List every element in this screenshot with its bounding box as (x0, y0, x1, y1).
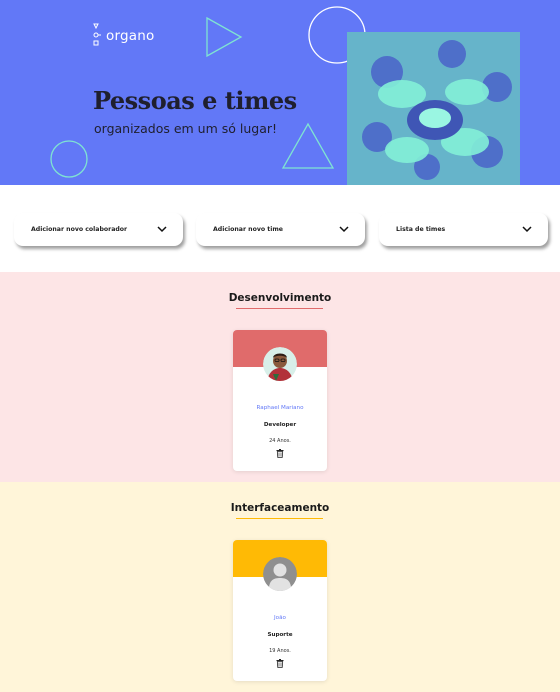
page-title: Pessoas e times (93, 86, 297, 115)
team-title: Desenvolvimento (228, 292, 332, 304)
logo[interactable]: organo (93, 23, 154, 49)
member-card: Raphael Mariano Developer 24 Anos. (233, 330, 327, 471)
add-team-dropdown[interactable]: Adicionar novo time (196, 213, 365, 246)
triangle-outline-icon (281, 122, 335, 169)
team-list-dropdown[interactable]: Lista de times (379, 213, 548, 246)
default-user-icon (263, 557, 297, 591)
trash-icon[interactable] (276, 659, 284, 668)
dropdown-label: Adicionar novo time (213, 226, 283, 233)
page-subtitle: organizados em um só lugar! (94, 121, 278, 136)
team-title: Interfaceamento (230, 502, 330, 514)
triangle-outline-icon (206, 16, 243, 58)
team-section-desenvolvimento: Desenvolvimento Raphael Mariano Develope… (0, 272, 560, 482)
member-avatar (263, 557, 297, 591)
dropdown-label: Lista de times (396, 226, 446, 233)
team-title-underline (236, 308, 323, 309)
chevron-down-icon (339, 226, 349, 233)
banner: organo Pessoas e times organizados em um… (0, 0, 560, 185)
member-name: João (274, 615, 286, 621)
chevron-down-icon (157, 226, 167, 233)
dropdown-label: Adicionar novo colaborador (31, 226, 128, 233)
team-hands-photo (347, 32, 520, 185)
team-title-underline (236, 518, 323, 519)
member-avatar (263, 347, 297, 381)
member-name: Raphael Mariano (256, 405, 304, 411)
member-role: Suporte (267, 632, 293, 638)
logo-icon (93, 23, 101, 46)
trash-icon[interactable] (276, 449, 284, 458)
logo-text: organo (106, 28, 155, 44)
team-section-interfaceamento: Interfaceamento João Suporte 19 Anos. (0, 482, 560, 692)
circle-outline-icon (50, 140, 88, 178)
member-role: Developer (263, 422, 297, 428)
user-photo-icon (263, 347, 297, 381)
chevron-down-icon (522, 226, 532, 233)
member-age: 19 Anos. (269, 648, 291, 654)
add-collaborator-dropdown[interactable]: Adicionar novo colaborador (14, 213, 183, 246)
actions-bar: Adicionar novo colaborador Adicionar nov… (0, 185, 560, 272)
member-card: João Suporte 19 Anos. (233, 540, 327, 681)
member-age: 24 Anos. (269, 438, 291, 444)
